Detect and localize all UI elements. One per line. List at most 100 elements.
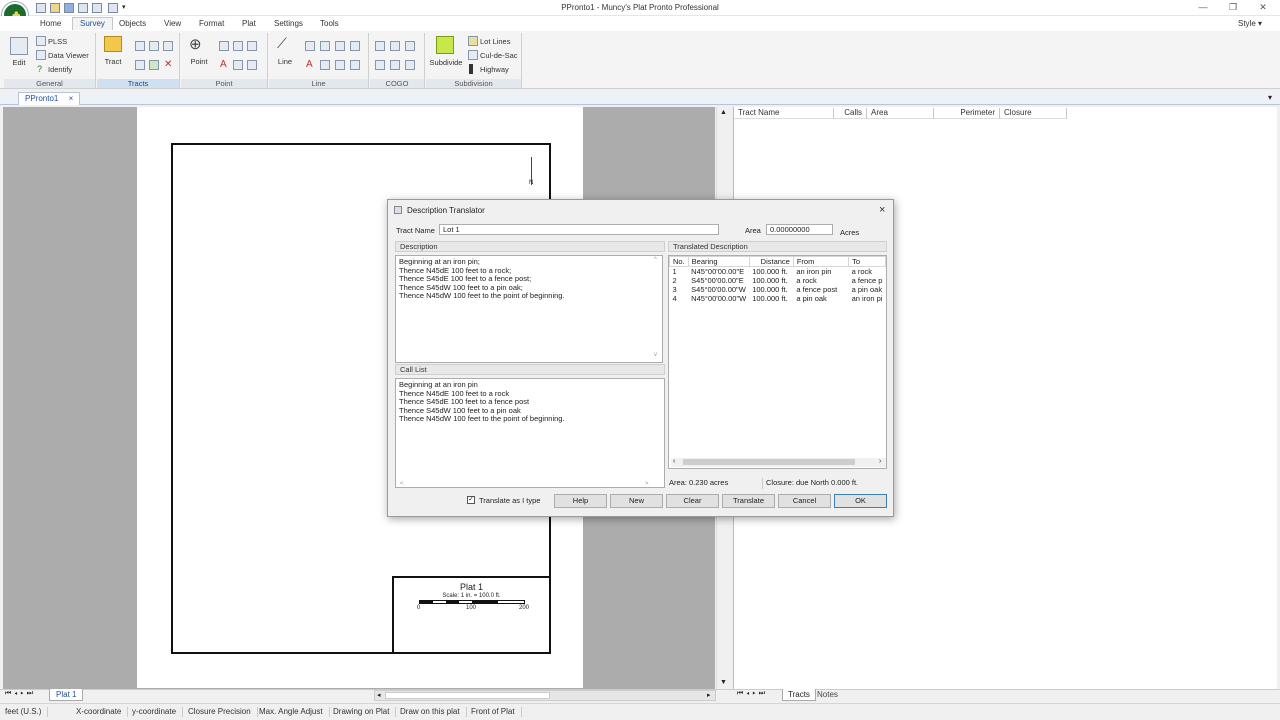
status-draw-on-this-plat[interactable]: Draw on this plat [400,707,467,717]
col-distance[interactable]: Distance [748,256,794,267]
point-chart-icon[interactable] [247,41,257,51]
line-adjust-icon[interactable] [335,60,345,70]
line-button[interactable]: Line [273,57,297,66]
translated-scroll-thumb[interactable] [683,459,855,465]
tab-tools[interactable]: Tools [320,18,339,29]
column-tract-name[interactable]: Tract Name [734,108,834,119]
column-perimeter[interactable]: Perimeter [934,108,1000,119]
tract-nav-arrows-icon[interactable]: ⏮◂▸⏭ [737,690,768,698]
tab-home[interactable]: Home [40,18,61,29]
print-icon[interactable] [108,3,118,13]
notes-tab[interactable]: Notes [812,689,843,700]
quick-access-dropdown-icon[interactable]: ▾ [122,3,126,11]
point-scatter-icon[interactable] [247,60,257,70]
line-split-icon[interactable] [320,41,330,51]
translated-scroll-left-icon[interactable]: ‹ [673,458,675,465]
tab-objects[interactable]: Objects [119,18,146,29]
point-edit-icon[interactable] [233,41,243,51]
restore-icon[interactable]: ❐ [1226,2,1240,13]
help-button[interactable]: Help [554,494,607,508]
cogo-intersect-icon[interactable] [375,41,385,51]
clear-button[interactable]: Clear [666,494,719,508]
translated-table-container[interactable]: No. Bearing Distance From To 1 N45°00'00.… [668,255,887,469]
cogo-traverse-icon[interactable] [390,60,400,70]
style-menu[interactable]: Style ▾ [1238,18,1262,29]
translated-horizontal-scrollbar[interactable]: ‹ › [671,458,886,467]
description-scroll-down-icon[interactable]: v [654,352,657,358]
tab-format[interactable]: Format [199,18,224,29]
cogo-offset-icon[interactable] [405,41,415,51]
point-add-icon[interactable] [219,41,229,51]
column-calls[interactable]: Calls [834,108,867,119]
status-front-of-plat[interactable]: Front of Plat [471,707,522,717]
line-label-icon[interactable]: A [306,59,313,70]
tract-list-icon[interactable] [163,41,173,51]
col-from[interactable]: From [792,256,850,267]
description-scroll-up-icon[interactable]: ^ [654,257,657,263]
tract-button[interactable]: Tract [101,57,125,66]
cul-de-sac-button[interactable]: Cul-de-Sac [480,51,518,60]
document-tab-ppronto1[interactable]: PPronto1 × [18,92,81,105]
highway-button[interactable]: Highway [480,65,509,74]
col-to[interactable]: To [848,256,886,267]
point-button[interactable]: Point [185,57,213,66]
cogo-bearing-icon[interactable] [390,41,400,51]
tab-survey[interactable]: Survey [72,17,113,30]
save-all-icon[interactable] [78,3,88,13]
close-tab-icon[interactable]: × [69,94,74,103]
column-closure[interactable]: Closure [1000,108,1067,119]
tab-dropdown-icon[interactable]: ▾ [1268,93,1272,102]
tab-view[interactable]: View [164,18,181,29]
translate-as-i-type-label[interactable]: Translate as I type [479,496,540,505]
tract-name-input[interactable]: Lot 1 [439,224,719,235]
translate-as-i-type-checkbox[interactable]: ✓ [467,496,475,504]
delete-icon[interactable]: ✕ [164,59,172,70]
line-angle-icon[interactable] [350,60,360,70]
call-list-scroll-left-icon[interactable]: < [400,481,404,487]
scroll-thumb[interactable] [385,692,550,699]
minimize-icon[interactable]: — [1196,2,1210,12]
dialog-close-icon[interactable]: × [879,204,885,216]
ok-button[interactable]: OK [834,494,887,508]
cancel-button[interactable]: Cancel [778,494,831,508]
tracts-tab[interactable]: Tracts [782,689,816,701]
lot-lines-button[interactable]: Lot Lines [480,37,510,46]
print-preview-icon[interactable] [92,3,102,13]
column-area[interactable]: Area [867,108,934,119]
point-move-icon[interactable] [233,60,243,70]
edit-button[interactable]: Edit [8,58,30,67]
data-viewer-button[interactable]: Data Viewer [48,51,89,60]
line-move-icon[interactable] [320,60,330,70]
translate-button[interactable]: Translate [722,494,775,508]
call-list-scroll-right-icon[interactable]: > [645,481,649,487]
new-file-icon[interactable] [36,3,46,13]
save-icon[interactable] [64,3,74,13]
close-window-icon[interactable]: ✕ [1256,2,1270,13]
identify-button[interactable]: Identify [48,65,72,74]
table-row[interactable]: 3 S45°00'00.00"W 100.000 ft. a fence post a … [670,285,886,294]
copy-tract-icon[interactable] [149,60,159,70]
point-label-icon[interactable]: A [220,59,227,70]
line-ruler-icon[interactable] [350,41,360,51]
plat-nav-arrows-icon[interactable]: ⏮◂▸⏭ [5,690,36,698]
tab-plat[interactable]: Plat [242,18,256,29]
col-no[interactable]: No. [669,256,689,267]
table-row[interactable]: 2 S45°00'00.00"E 100.000 ft. a rock a fence … [670,276,886,285]
area-input[interactable]: 0.00000000 [766,224,833,235]
open-folder-icon[interactable] [50,3,60,13]
table-row[interactable]: 1 N45°00'00.00"E 100.000 ft. an iron pin a r… [670,267,886,276]
line-curve-icon[interactable] [335,41,345,51]
tab-settings[interactable]: Settings [274,18,303,29]
plss-button[interactable]: PLSS [48,37,67,46]
scroll-down-icon[interactable]: ▼ [720,679,727,686]
cogo-curve-icon[interactable] [375,60,385,70]
move-tract-icon[interactable] [135,60,145,70]
call-list-textarea[interactable]: Beginning at an iron pin Thence N45dE 10… [395,378,665,488]
plat-tab[interactable]: Plat 1 [49,689,84,701]
scroll-up-icon[interactable]: ▲ [720,109,727,116]
scroll-left-icon[interactable]: ◂ [377,691,381,699]
translated-scroll-right-icon[interactable]: › [879,458,881,465]
scroll-right-icon[interactable]: ▸ [707,691,711,699]
tract-tool-icon[interactable] [135,41,145,51]
line-add-icon[interactable] [305,41,315,51]
